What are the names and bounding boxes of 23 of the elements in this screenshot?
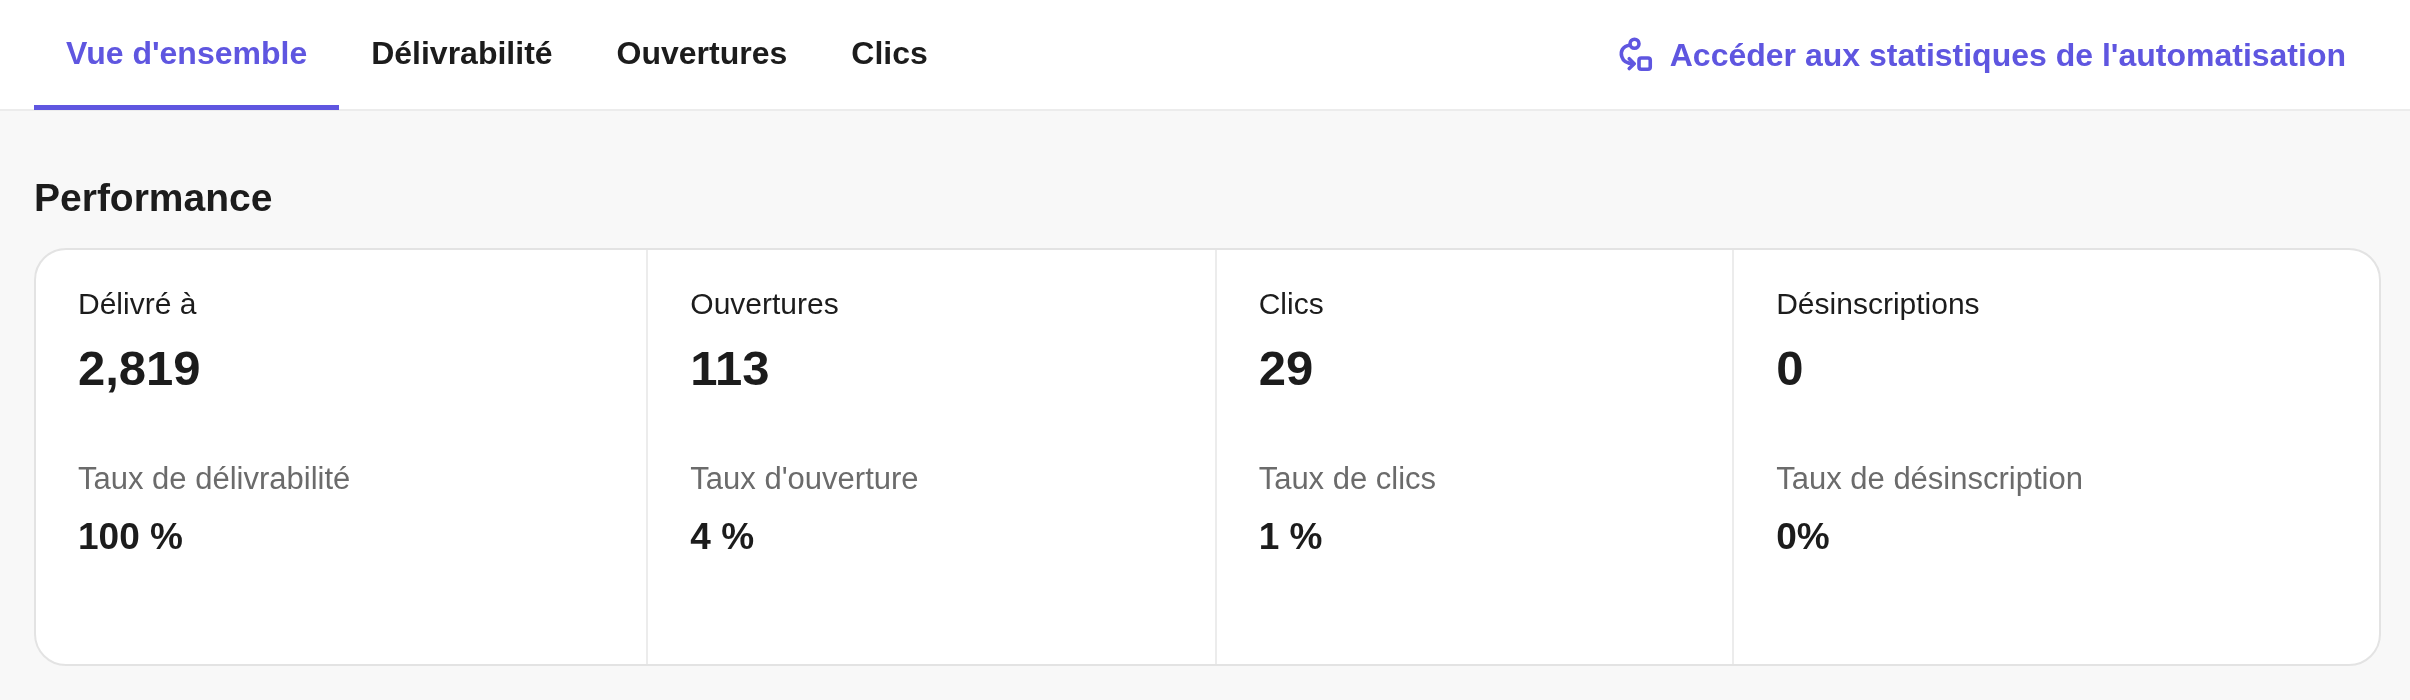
rate-label: Taux d'ouverture <box>690 459 919 497</box>
rate-value: 4 % <box>690 516 755 558</box>
rate-value: 0% <box>1776 516 1830 558</box>
automation-stats-link[interactable]: Accéder aux statistiques de l'automatisation <box>1617 30 2346 79</box>
rate-label: Taux de clics <box>1258 459 1437 497</box>
section-title: Performance <box>34 175 274 221</box>
rate-label: Taux de désinscription <box>1776 459 2083 497</box>
tab[interactable]: Délivrabilité <box>339 1 585 110</box>
metric-value: 0 <box>1776 341 1804 396</box>
rate-value: 1 % <box>1258 516 1323 558</box>
metric-value: 2,819 <box>78 341 201 396</box>
rate-label: Taux de délivrabilité <box>78 459 351 497</box>
metric-label: Délivré à <box>78 285 197 322</box>
tab[interactable]: Vue d'ensemble <box>34 1 340 110</box>
tab[interactable]: Clics <box>819 1 960 110</box>
workflow-icon <box>1617 36 1654 73</box>
metric-label: Ouvertures <box>690 285 839 322</box>
metric-value: 29 <box>1258 341 1314 396</box>
metric-value: 113 <box>690 341 770 396</box>
rate-value: 100 % <box>78 516 183 558</box>
tab[interactable]: Ouvertures <box>584 1 820 110</box>
metric-label: Désinscriptions <box>1776 285 1980 322</box>
metric-label: Clics <box>1258 285 1324 322</box>
